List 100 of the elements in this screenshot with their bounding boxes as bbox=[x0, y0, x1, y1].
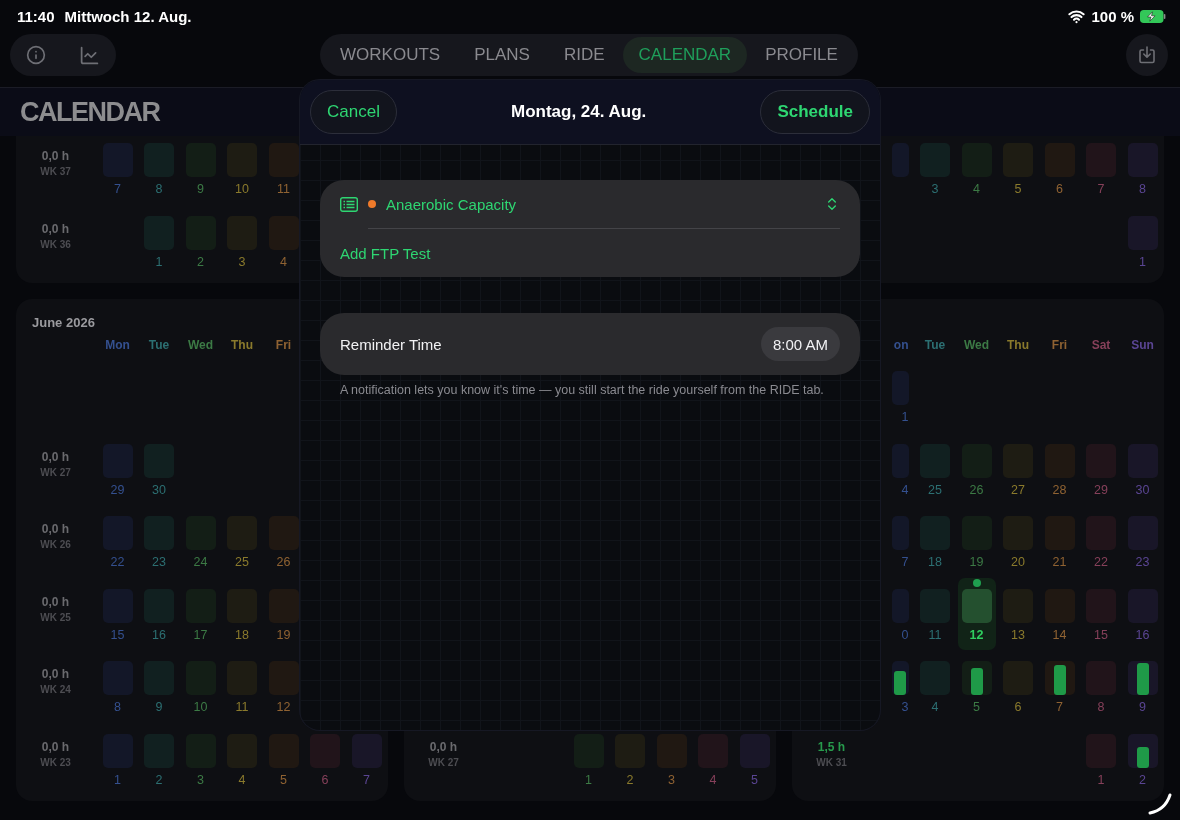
day-number: 5 bbox=[280, 771, 287, 788]
day-number: 5 bbox=[751, 771, 758, 788]
day-cell[interactable] bbox=[268, 143, 299, 177]
schedule-button[interactable]: Schedule bbox=[760, 90, 870, 134]
day-number: 18 bbox=[928, 554, 942, 570]
day-number: 7 bbox=[1056, 699, 1063, 715]
day-number: 1 bbox=[1097, 771, 1105, 788]
weekday-label: Tue bbox=[147, 336, 171, 353]
time-picker[interactable]: 8:00 AM bbox=[760, 327, 840, 361]
day-number: 28 bbox=[1052, 481, 1067, 498]
nav-tab[interactable]: PLANS bbox=[458, 37, 546, 73]
nav-tab[interactable]: RIDE bbox=[547, 37, 621, 73]
dot-icon bbox=[972, 578, 981, 587]
wifi-icon bbox=[1068, 7, 1086, 25]
weekday-label: Thu bbox=[1006, 336, 1030, 353]
week-number: WK 31 bbox=[816, 756, 847, 768]
day-number: 21 bbox=[1052, 554, 1067, 570]
day-number: 2 bbox=[626, 771, 634, 788]
download-button[interactable] bbox=[1126, 34, 1168, 76]
day-number: 3 bbox=[668, 771, 675, 788]
day-number: 7 bbox=[363, 771, 370, 788]
day-cell[interactable] bbox=[891, 661, 909, 695]
day-number: 10 bbox=[235, 181, 249, 197]
day-number: 4 bbox=[238, 771, 246, 788]
weekday-label: Mon bbox=[104, 336, 131, 353]
line-chart-icon[interactable] bbox=[78, 44, 100, 66]
day-number: 6 bbox=[321, 771, 329, 788]
day-number: 7 bbox=[901, 554, 909, 570]
day-number: 22 bbox=[1094, 554, 1108, 570]
day-number: 4 bbox=[931, 699, 939, 715]
day-number: 2 bbox=[1139, 771, 1146, 788]
day-number: 26 bbox=[276, 554, 291, 570]
reminder-note: A notification lets you know it's time — you still start the ride yourself from the RIDE tab. bbox=[340, 383, 825, 397]
week-number: WK 36 bbox=[40, 238, 71, 250]
day-number: 1 bbox=[585, 771, 592, 788]
day-number: 4 bbox=[280, 253, 287, 270]
weekday-label: Wed bbox=[962, 336, 991, 353]
day-number: 10 bbox=[193, 699, 208, 715]
day-number: 16 bbox=[1135, 626, 1150, 643]
weekday-label: Sun bbox=[1130, 336, 1155, 353]
battery-percent: 100 % bbox=[1091, 7, 1134, 25]
clock-time: 11:40 bbox=[17, 7, 55, 25]
month-title: June 2026 bbox=[32, 314, 96, 331]
day-number: 8 bbox=[1139, 181, 1146, 197]
nav-tab[interactable]: PROFILE bbox=[749, 37, 854, 73]
week-number: WK 27 bbox=[428, 756, 459, 768]
day-number: 30 bbox=[1135, 481, 1150, 498]
day-number: 9 bbox=[197, 181, 204, 197]
day-cell[interactable] bbox=[961, 661, 992, 695]
day-number: 19 bbox=[276, 626, 291, 643]
day-cell[interactable] bbox=[961, 588, 992, 623]
day-number: 24 bbox=[193, 554, 208, 570]
weekday-label: Wed bbox=[186, 336, 215, 353]
battery-charging-icon bbox=[1140, 9, 1166, 23]
day-number: 15 bbox=[110, 626, 125, 643]
week-hours: 0,0 h bbox=[41, 149, 70, 163]
day-number: 14 bbox=[1052, 626, 1067, 643]
week-hours: 0,0 h bbox=[41, 667, 70, 681]
week-number: WK 37 bbox=[40, 166, 71, 177]
add-ftp-test-link[interactable]: Add FTP Test bbox=[340, 244, 431, 262]
day-number: 5 bbox=[1014, 181, 1022, 197]
day-number: 3 bbox=[901, 699, 909, 715]
nav-tab[interactable]: CALENDAR bbox=[622, 37, 748, 73]
day-number: 20 bbox=[1011, 554, 1025, 570]
list-icon bbox=[340, 196, 358, 212]
day-number: 9 bbox=[155, 699, 163, 715]
day-number: 26 bbox=[969, 481, 984, 498]
day-number: 9 bbox=[1139, 699, 1146, 715]
day-number: 1 bbox=[114, 771, 121, 788]
nav-tab[interactable]: WORKOUTS bbox=[324, 37, 457, 73]
day-number: 12 bbox=[276, 699, 291, 715]
weekday-label: Fri bbox=[1050, 336, 1069, 353]
info-icon[interactable] bbox=[26, 45, 47, 65]
day-number: 11 bbox=[277, 181, 290, 197]
day-number: 2 bbox=[155, 771, 163, 788]
week-hours: 1,5 h bbox=[817, 739, 846, 754]
day-cell[interactable] bbox=[1127, 733, 1158, 768]
day-number: 7 bbox=[114, 181, 121, 197]
week-hours: 0,0 h bbox=[41, 522, 70, 536]
day-number: 12 bbox=[969, 626, 984, 643]
day-cell[interactable] bbox=[1127, 661, 1158, 695]
workout-name: Anaerobic Capacity bbox=[386, 195, 517, 213]
week-number: WK 24 bbox=[40, 684, 71, 695]
day-number: 15 bbox=[1094, 626, 1108, 643]
day-number: 6 bbox=[1056, 181, 1063, 197]
day-number: 16 bbox=[152, 626, 166, 643]
day-cell[interactable] bbox=[1044, 661, 1075, 695]
weekday-label: Fri bbox=[274, 336, 293, 353]
day-number: 4 bbox=[973, 181, 980, 197]
weekday-label: Thu bbox=[230, 336, 254, 353]
cancel-button[interactable]: Cancel bbox=[310, 90, 397, 134]
week-number: WK 23 bbox=[40, 756, 71, 768]
dot-icon bbox=[368, 200, 376, 208]
sheet-title: Montag, 24. Aug. bbox=[510, 102, 647, 122]
weekday-label: on bbox=[892, 336, 909, 353]
day-number: 22 bbox=[110, 554, 125, 570]
day-number: 8 bbox=[155, 181, 163, 197]
day-number: 25 bbox=[235, 554, 249, 570]
day-number: 8 bbox=[114, 699, 121, 715]
day-number: 1 bbox=[901, 409, 909, 425]
